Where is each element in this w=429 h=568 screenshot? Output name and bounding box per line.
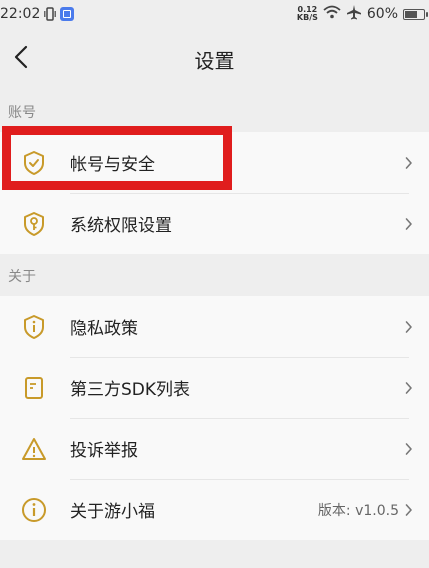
- about-app-label: 关于游小福: [70, 502, 155, 522]
- account-security-item[interactable]: 帐号与安全: [0, 132, 429, 193]
- chevron-right-icon: [405, 503, 415, 517]
- chevron-right-icon: [405, 156, 415, 170]
- info-shield-icon: [20, 313, 48, 341]
- status-right: 0.12 KB/S 60%: [297, 4, 428, 24]
- third-party-sdk-label: 第三方SDK列表: [70, 380, 191, 400]
- document-icon: [20, 374, 48, 402]
- shield-check-icon: [20, 149, 48, 177]
- privacy-policy-item[interactable]: 隐私政策: [0, 296, 429, 357]
- back-arrow-icon: [14, 45, 28, 69]
- key-icon: [20, 210, 48, 238]
- complaint-report-item[interactable]: 投诉举报: [0, 418, 429, 479]
- version-value: 版本: v1.0.5: [317, 502, 399, 519]
- status-time: 22:02: [0, 6, 41, 22]
- battery-percent: 60%: [366, 6, 398, 22]
- airplane-icon: [346, 4, 362, 24]
- system-permission-item[interactable]: 系统权限设置: [0, 193, 429, 254]
- privacy-policy-label: 隐私政策: [70, 319, 138, 339]
- section-label-account: 账号: [8, 105, 36, 121]
- info-circle-icon: [20, 496, 48, 524]
- chevron-right-icon: [405, 320, 415, 334]
- system-permission-label: 系统权限设置: [70, 216, 172, 236]
- about-group: 隐私政策 第三方SDK列表 投诉举报 关于游小福 版本: v1.0.5: [0, 296, 429, 540]
- chevron-right-icon: [405, 442, 415, 456]
- wifi-icon: [323, 5, 341, 23]
- account-security-label: 帐号与安全: [70, 155, 155, 175]
- net-speed-unit: KB/S: [296, 13, 318, 22]
- status-bar: 22:02 0.12 KB/S 60%: [0, 0, 429, 28]
- chevron-right-icon: [405, 217, 415, 231]
- app-notification-icon: [60, 7, 75, 21]
- page-title: 设置: [194, 48, 235, 73]
- third-party-sdk-item[interactable]: 第三方SDK列表: [0, 357, 429, 418]
- complaint-report-label: 投诉举报: [70, 441, 138, 461]
- vibrate-icon: [44, 7, 57, 21]
- header: 设置: [0, 28, 429, 90]
- battery-icon: [403, 8, 428, 20]
- net-speed: 0.12 KB/S: [297, 6, 318, 22]
- chevron-right-icon: [405, 381, 415, 395]
- about-app-item[interactable]: 关于游小福 版本: v1.0.5: [0, 479, 429, 540]
- warning-icon: [20, 435, 48, 463]
- account-group: 帐号与安全 系统权限设置: [0, 132, 429, 254]
- section-label-about: 关于: [8, 269, 36, 285]
- back-button[interactable]: [6, 42, 36, 72]
- status-left: 22:02: [0, 6, 75, 22]
